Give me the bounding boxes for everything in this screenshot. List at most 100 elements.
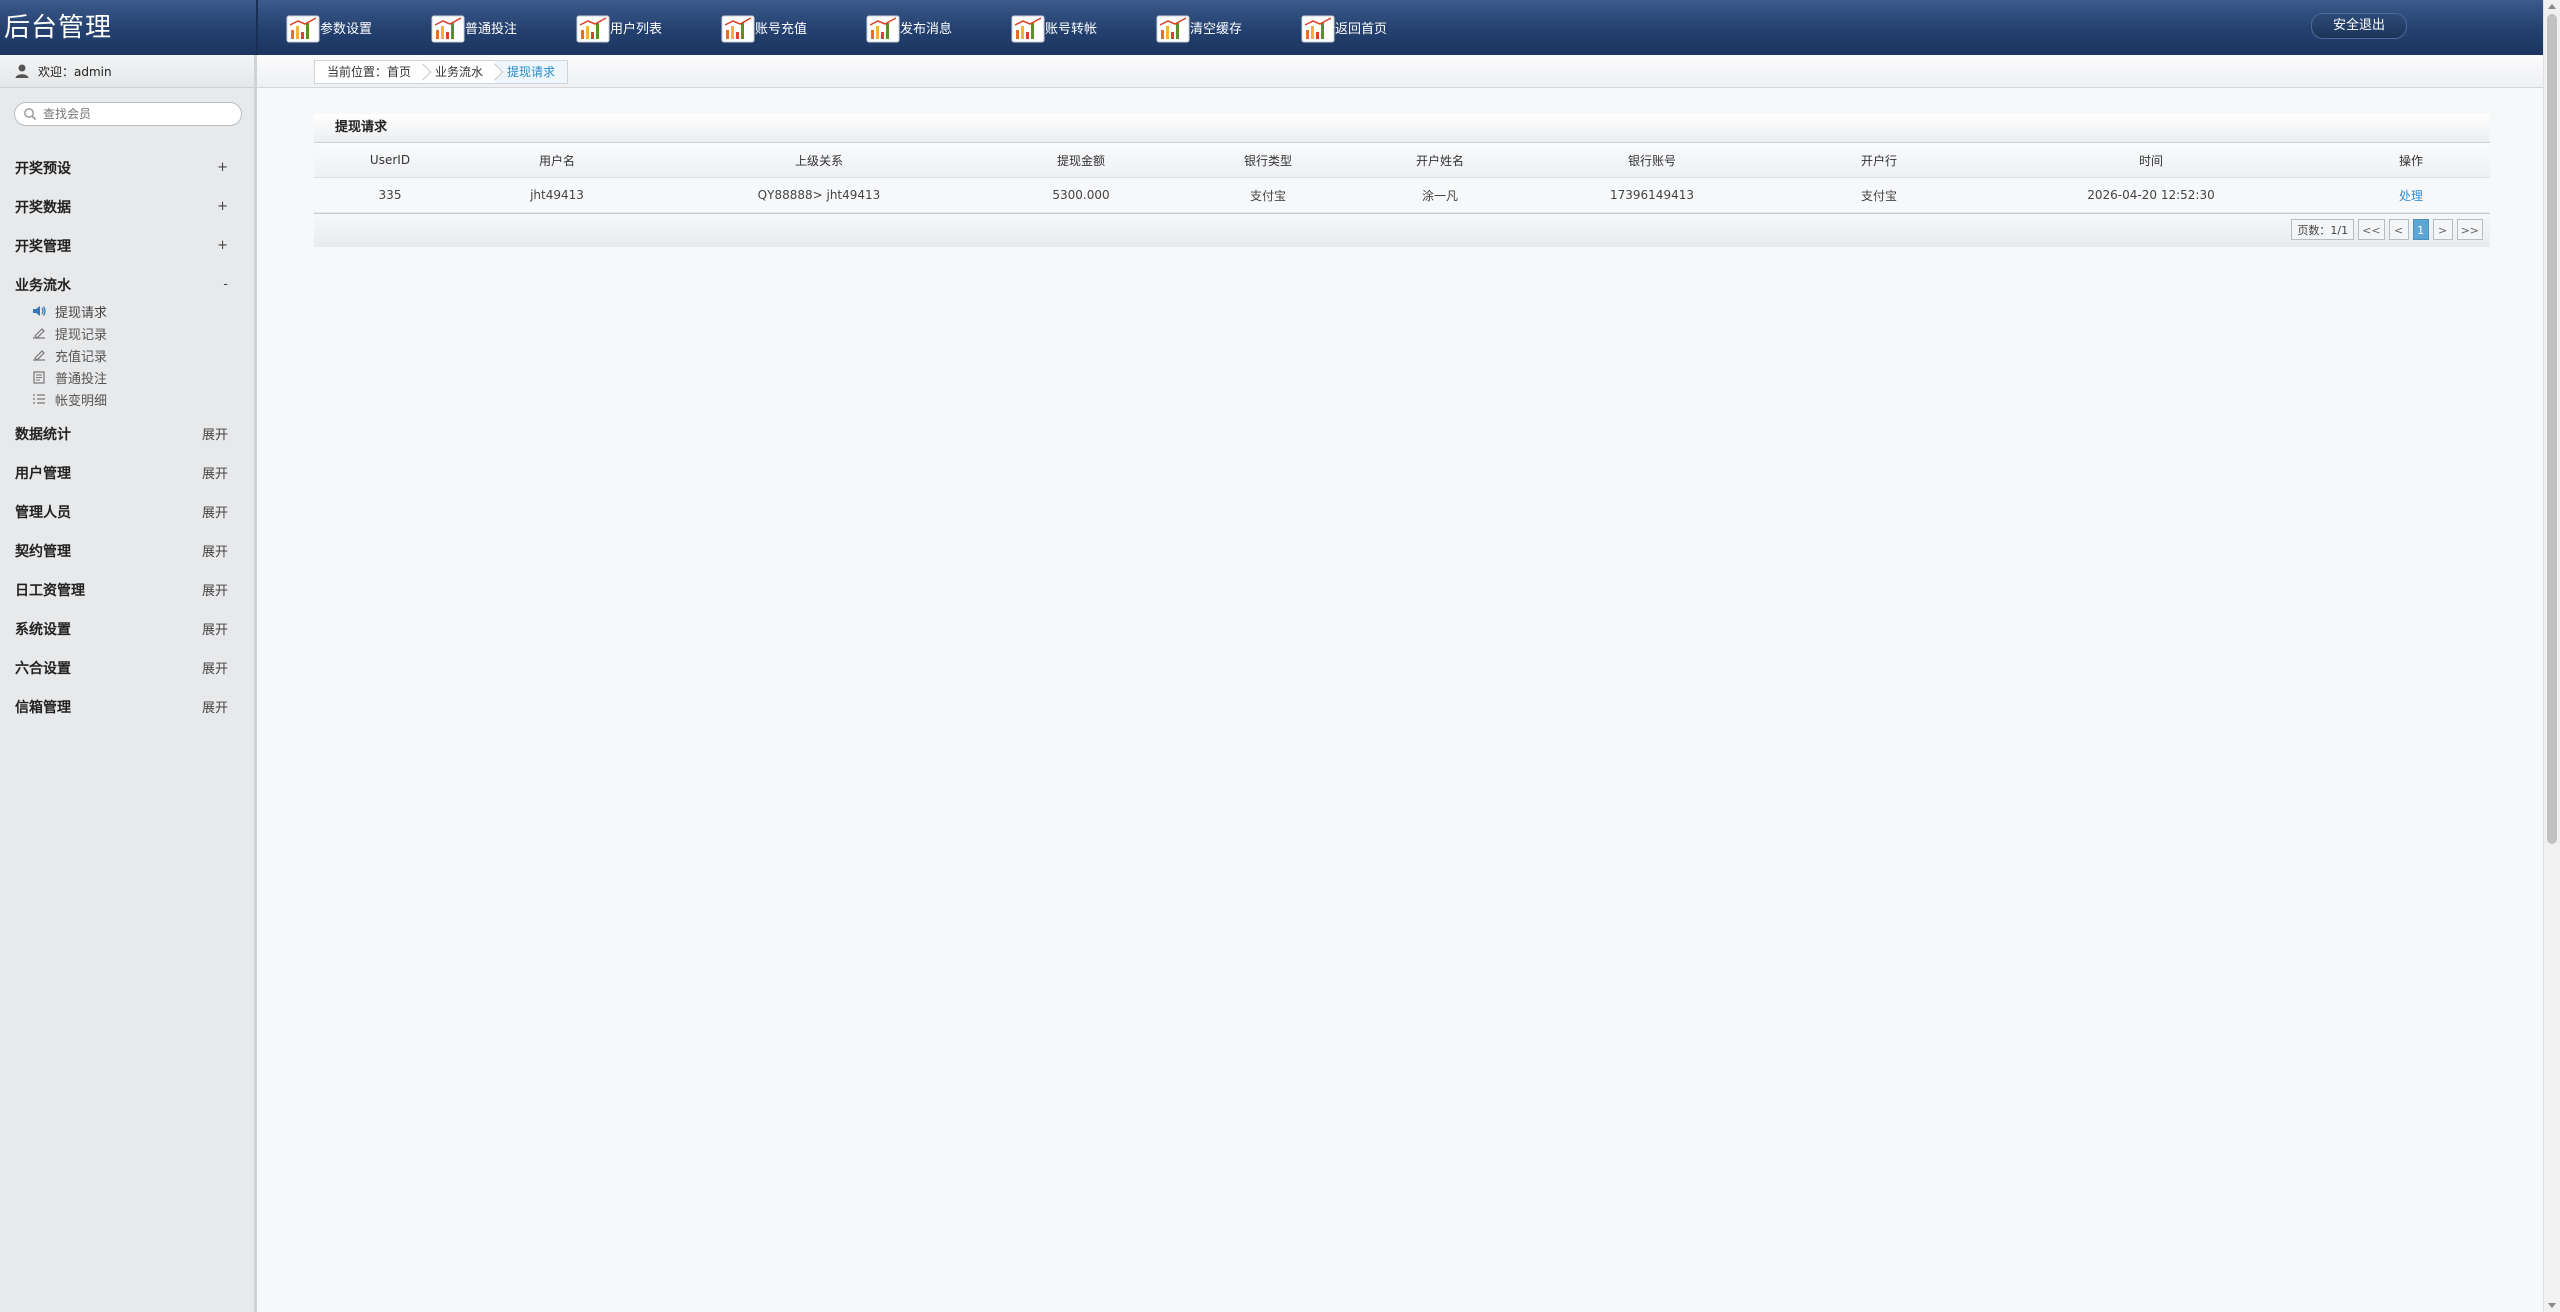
- menu-group-toggle: 展开: [201, 584, 228, 599]
- column-header: 开户姓名: [1364, 143, 1516, 178]
- cell-time: 2026-04-20 12:52:30: [1970, 177, 2332, 213]
- scroll-down-arrow-icon[interactable]: [2548, 1303, 2556, 1308]
- menu-group-lottery-data[interactable]: 开奖数据 +: [0, 187, 254, 226]
- sidebar-item-account-change[interactable]: 帐变明细: [31, 388, 254, 410]
- breadcrumb: 当前位置：首页 业务流水 提现请求: [314, 60, 569, 84]
- chart-icon: [1301, 15, 1335, 42]
- menu-group-lottery-manage[interactable]: 开奖管理 +: [0, 226, 254, 265]
- sidebar-item-normal-bet[interactable]: 普通投注: [31, 366, 254, 388]
- topnav-label: 参数设置: [320, 22, 373, 37]
- chart-icon: [1011, 15, 1045, 42]
- menu-group-toggle: 展开: [201, 623, 228, 638]
- menu-group-title: 用户管理: [15, 465, 71, 482]
- sidebar-item-recharge-record[interactable]: 充值记录: [31, 344, 254, 366]
- column-header: 上级关系: [648, 143, 990, 178]
- chart-icon: [721, 15, 755, 42]
- topnav-clear-cache[interactable]: 清空缓存: [1154, 0, 1299, 55]
- page-number-button[interactable]: 1: [2412, 219, 2429, 240]
- menu-group-toggle: +: [217, 160, 228, 175]
- cell-amount: 5300.000: [990, 177, 1172, 213]
- menu-group-toggle: 展开: [201, 662, 228, 677]
- cell-account-name: 涂一凡: [1364, 177, 1516, 213]
- menu-group-title: 系统设置: [15, 621, 71, 638]
- scrollbar-thumb[interactable]: [2547, 14, 2557, 844]
- next-page-button[interactable]: >: [2432, 219, 2453, 240]
- menu-group-business-flow[interactable]: 业务流水 -: [0, 265, 254, 304]
- topnav-recharge[interactable]: 账号充值: [719, 0, 864, 55]
- sidebar-item-label: 充值记录: [55, 349, 108, 365]
- search-icon: [24, 108, 37, 121]
- menu-group-title: 开奖管理: [15, 238, 71, 255]
- chart-icon: [576, 15, 610, 42]
- menu-group-mailbox[interactable]: 信箱管理 展开: [0, 687, 254, 726]
- breadcrumb-current: 提现请求: [495, 61, 568, 83]
- user-icon: [15, 64, 29, 78]
- menu-group-toggle: -: [223, 277, 228, 292]
- logout-button[interactable]: 安全退出: [2311, 13, 2407, 39]
- page-info: 页数：1/1: [2291, 219, 2355, 240]
- sidebar: 欢迎：admin 开奖预设 + 开奖数据 + 开奖管理 + 业务流水 - 提现请求 提现…: [0, 55, 257, 1312]
- breadcrumb-business-flow[interactable]: 业务流水: [423, 61, 495, 83]
- menu-group-liuhe-settings[interactable]: 六合设置 展开: [0, 648, 254, 687]
- menu-group-title: 管理人员: [15, 504, 71, 521]
- menu-group-admins[interactable]: 管理人员 展开: [0, 492, 254, 531]
- sidebar-item-label: 提现请求: [55, 305, 108, 321]
- welcome-text: 欢迎：admin: [38, 64, 112, 79]
- chart-icon: [431, 15, 465, 42]
- sidebar-item-withdraw-request[interactable]: 提现请求: [31, 300, 254, 322]
- column-header: 提现金额: [990, 143, 1172, 178]
- column-header: 银行类型: [1172, 143, 1364, 178]
- menu-group-contract[interactable]: 契约管理 展开: [0, 531, 254, 570]
- prev-page-button[interactable]: <: [2388, 219, 2409, 240]
- breadcrumb-bar: 当前位置：首页 业务流水 提现请求: [257, 55, 2543, 88]
- topnav-label: 普通投注: [465, 22, 518, 37]
- search-input[interactable]: [41, 106, 225, 122]
- menu-group-system-settings[interactable]: 系统设置 展开: [0, 609, 254, 648]
- menu-group-toggle: 展开: [201, 467, 228, 482]
- first-page-button[interactable]: <<: [2358, 219, 2385, 240]
- topnav-normal-bet[interactable]: 普通投注: [429, 0, 574, 55]
- vertical-scrollbar[interactable]: [2543, 0, 2560, 1312]
- menu-group-toggle: +: [217, 238, 228, 253]
- breadcrumb-home[interactable]: 当前位置：首页: [315, 61, 423, 83]
- app-title: 后台管理: [4, 13, 113, 43]
- menu-group-user-manage[interactable]: 用户管理 展开: [0, 453, 254, 492]
- edit-icon: [33, 328, 45, 339]
- chart-icon: [286, 15, 320, 42]
- pagination: 页数：1/1 << < 1 > >>: [2291, 219, 2483, 240]
- last-page-button[interactable]: >>: [2456, 219, 2483, 240]
- cell-action: 处理: [2332, 177, 2490, 213]
- topnav-transfer[interactable]: 账号转帐: [1009, 0, 1154, 55]
- menu-group-daily-wage[interactable]: 日工资管理 展开: [0, 570, 254, 609]
- topnav-label: 用户列表: [610, 22, 663, 37]
- table-header-row: UserID 用户名 上级关系 提现金额 银行类型 开户姓名 银行账号 开户行 …: [314, 143, 2490, 178]
- sidebar-item-withdraw-record[interactable]: 提现记录: [31, 322, 254, 344]
- process-link[interactable]: 处理: [2399, 189, 2423, 203]
- menu-group-title: 开奖预设: [15, 160, 71, 177]
- topnav-user-list[interactable]: 用户列表: [574, 0, 719, 55]
- scroll-up-arrow-icon[interactable]: [2548, 4, 2556, 9]
- cell-bank-account: 17396149413: [1516, 177, 1788, 213]
- speaker-icon: [33, 306, 46, 316]
- column-header: 时间: [1970, 143, 2332, 178]
- cell-userid: 335: [314, 177, 466, 213]
- topnav-params[interactable]: 参数设置: [284, 0, 429, 55]
- menu-group-title: 开奖数据: [15, 199, 71, 216]
- topnav-home[interactable]: 返回首页: [1299, 0, 1444, 55]
- menu-group-title: 业务流水: [15, 277, 71, 294]
- column-header: 开户行: [1788, 143, 1970, 178]
- menu-group-toggle: 展开: [201, 545, 228, 560]
- menu-group-statistics[interactable]: 数据统计 展开: [0, 414, 254, 453]
- book-icon: [33, 371, 45, 384]
- edit-icon: [33, 350, 45, 361]
- topnav-label: 返回首页: [1335, 22, 1388, 37]
- top-nav: 参数设置 普通投注 用户列表 账号充值 发布消息 账号转帐 清空缓存 返回首页: [284, 0, 1444, 55]
- column-header: 银行账号: [1516, 143, 1788, 178]
- withdraw-request-panel: 提现请求 UserID 用户名 上级关系 提现金额 银行类型 开户姓名 银行账号…: [314, 114, 2490, 247]
- sidebar-item-label: 普通投注: [55, 371, 108, 387]
- topnav-label: 账号转帐: [1045, 22, 1098, 37]
- topnav-label: 账号充值: [755, 22, 808, 37]
- menu-group-lottery-preset[interactable]: 开奖预设 +: [0, 148, 254, 187]
- menu-group-title: 六合设置: [15, 660, 71, 677]
- topnav-publish-message[interactable]: 发布消息: [864, 0, 1009, 55]
